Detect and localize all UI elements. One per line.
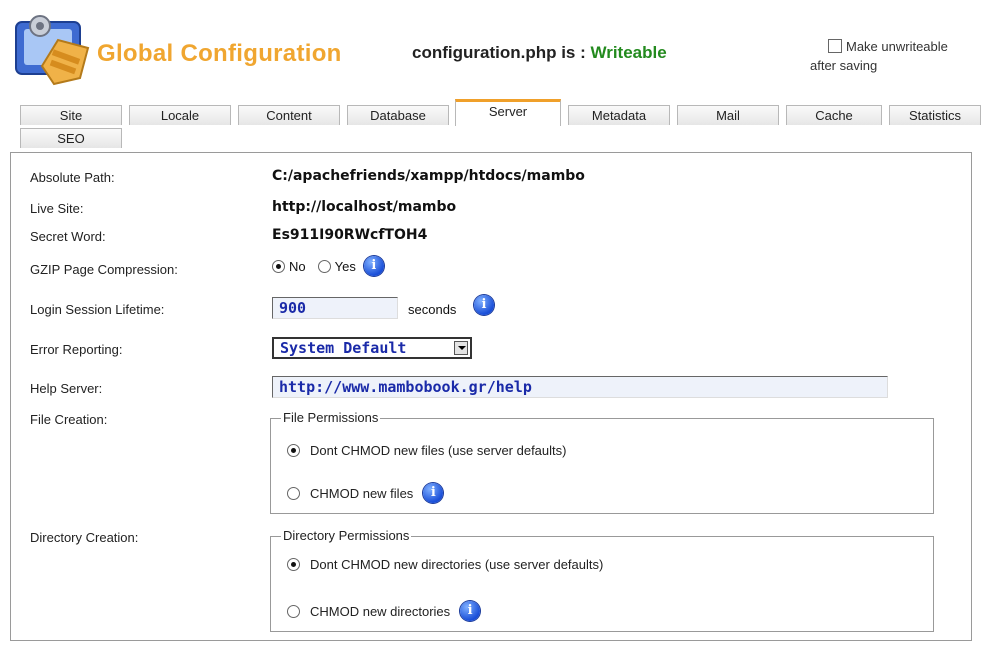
chevron-down-icon	[454, 341, 468, 355]
directory-default-radio[interactable]	[287, 558, 300, 571]
error-reporting-select[interactable]: System Default	[272, 337, 472, 359]
gzip-yes-label: Yes	[334, 258, 356, 274]
info-icon[interactable]: i	[460, 601, 481, 621]
directory-option-default: Dont CHMOD new directories (use server d…	[287, 557, 603, 572]
tab-cache[interactable]: Cache	[786, 105, 882, 125]
tab-metadata[interactable]: Metadata	[568, 105, 670, 125]
file-default-label: Dont CHMOD new files (use server default…	[310, 443, 567, 458]
tab-server[interactable]: Server	[455, 99, 561, 126]
absolute-path-label: Absolute Path:	[30, 170, 115, 185]
error-reporting-value: System Default	[280, 339, 407, 357]
info-icon[interactable]: i	[363, 256, 384, 276]
tab-mail[interactable]: Mail	[677, 105, 779, 125]
directory-permissions-fieldset: Directory Permissions Dont CHMOD new dir…	[270, 528, 934, 632]
gzip-options: No Yes i	[272, 256, 384, 276]
directory-default-label: Dont CHMOD new directories (use server d…	[310, 557, 604, 572]
gzip-label: GZIP Page Compression:	[30, 262, 178, 277]
make-unwriteable-label-line2: after saving	[810, 58, 878, 73]
tab-site[interactable]: Site	[20, 105, 122, 125]
make-unwriteable-label-line1: Make unwriteable	[846, 39, 948, 54]
session-lifetime-label: Login Session Lifetime:	[30, 302, 165, 317]
file-creation-label: File Creation:	[30, 412, 108, 427]
session-lifetime-input[interactable]	[272, 297, 398, 319]
live-site-value: http://localhost/mambo	[272, 199, 457, 215]
gzip-yes-radio[interactable]	[317, 259, 331, 273]
page-title: Global Configuration	[97, 40, 342, 67]
file-default-radio[interactable]	[287, 444, 300, 457]
config-status-prefix: configuration.php is :	[412, 43, 591, 62]
info-icon[interactable]: i	[474, 295, 494, 315]
secret-word-value: Es911I90RWcfTOH4	[272, 227, 428, 243]
live-site-label: Live Site:	[30, 201, 84, 216]
tab-seo[interactable]: SEO	[20, 128, 122, 148]
absolute-path-value: C:/apachefriends/xampp/htdocs/mambo	[272, 168, 585, 184]
directory-chmod-label: CHMOD new directories	[310, 603, 451, 619]
gzip-no-label: No	[289, 258, 306, 274]
file-permissions-fieldset: File Permissions Dont CHMOD new files (u…	[270, 410, 934, 514]
session-unit-label: seconds	[408, 302, 457, 317]
file-option-default: Dont CHMOD new files (use server default…	[287, 443, 566, 458]
directory-option-chmod: CHMOD new directories i	[287, 601, 481, 621]
help-server-label: Help Server:	[30, 381, 103, 396]
tab-locale[interactable]: Locale	[129, 105, 231, 125]
file-option-chmod: CHMOD new files i	[287, 483, 444, 503]
tab-statistics[interactable]: Statistics	[889, 105, 981, 125]
config-file-status: configuration.php is : Writeable	[412, 43, 667, 63]
info-icon[interactable]: i	[423, 483, 444, 503]
secret-word-label: Secret Word:	[30, 229, 106, 244]
directory-creation-label: Directory Creation:	[30, 530, 139, 545]
directory-permissions-legend: Directory Permissions	[281, 528, 412, 543]
make-unwriteable-label: Make unwriteable after saving	[810, 37, 988, 75]
error-reporting-label: Error Reporting:	[30, 342, 123, 357]
configuration-logo-icon	[15, 15, 90, 86]
help-server-input[interactable]	[272, 376, 888, 398]
file-chmod-radio[interactable]	[287, 486, 300, 500]
file-chmod-label: CHMOD new files	[310, 485, 414, 501]
gzip-no-radio[interactable]	[272, 259, 285, 273]
file-permissions-legend: File Permissions	[281, 410, 381, 425]
config-status-value: Writeable	[590, 43, 667, 62]
directory-chmod-radio[interactable]	[287, 604, 300, 618]
tab-database[interactable]: Database	[347, 105, 449, 125]
tab-content[interactable]: Content	[238, 105, 340, 125]
